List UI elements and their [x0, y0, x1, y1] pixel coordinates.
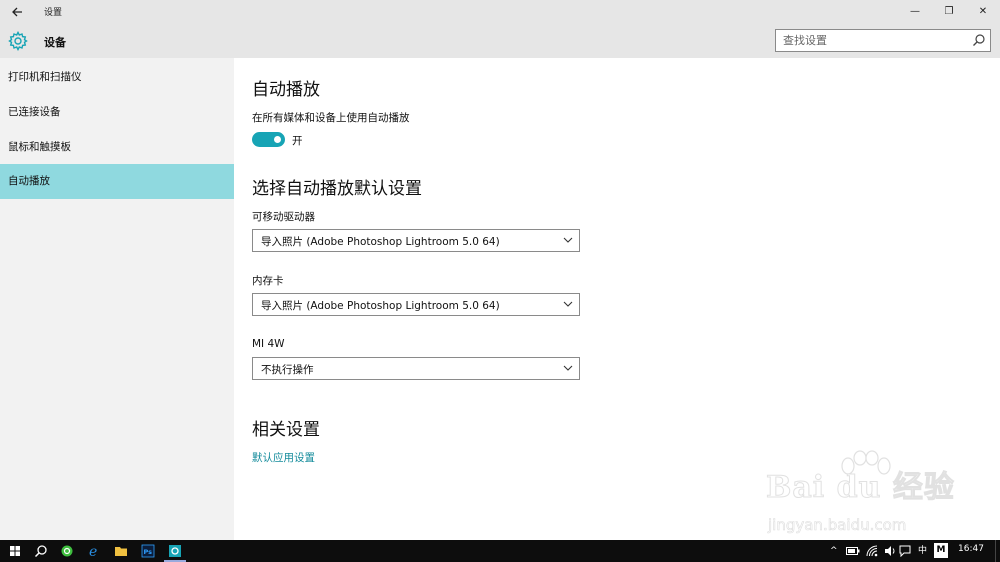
- search-icon: [34, 545, 47, 558]
- toggle-knob: [274, 136, 281, 143]
- chevron-down-icon: [563, 237, 573, 243]
- default-apps-link[interactable]: 默认应用设置: [252, 450, 315, 465]
- sidebar-item-printers-scanners[interactable]: 打印机和扫描仪: [0, 60, 234, 95]
- search-input[interactable]: [776, 30, 972, 51]
- 360-browser-icon: [61, 545, 73, 557]
- page-title: 设备: [44, 36, 66, 49]
- svg-text:e: e: [89, 544, 97, 560]
- search-box[interactable]: [775, 29, 991, 52]
- back-arrow-icon: [12, 7, 22, 17]
- device-value: 不执行操作: [261, 364, 314, 376]
- internet-explorer-icon: e: [89, 544, 97, 560]
- watermark-brand: Bai du 经验: [766, 470, 955, 506]
- settings-icon: [169, 545, 181, 557]
- device-select[interactable]: 不执行操作: [252, 357, 580, 380]
- tray-overflow-chevron[interactable]: ^: [830, 544, 838, 558]
- chevron-down-icon: [563, 301, 573, 307]
- sidebar: 打印机和扫描仪 已连接设备 鼠标和触摸板 自动播放: [0, 58, 234, 540]
- close-button[interactable]: ✕: [966, 0, 1000, 24]
- title-bar: 设置 — ❐ ✕: [0, 0, 1000, 24]
- taskbar-app-ie[interactable]: e: [81, 540, 107, 562]
- windows-start-icon: [10, 546, 20, 556]
- sidebar-item-mouse-touchpad[interactable]: 鼠标和触摸板: [0, 130, 234, 165]
- removable-drive-label: 可移动驱动器: [252, 211, 315, 223]
- volume-icon[interactable]: [884, 545, 896, 557]
- settings-header: 设备: [0, 24, 1000, 58]
- taskbar-app-settings[interactable]: [162, 540, 188, 562]
- maximize-button[interactable]: ❐: [932, 0, 966, 24]
- autoplay-heading: 自动播放: [252, 80, 320, 100]
- autoplay-toggle-state: 开: [292, 135, 303, 147]
- baidu-watermark: Bai du 经验 jingyan.baidu.com: [760, 450, 992, 536]
- taskbar-search-button[interactable]: [28, 540, 54, 562]
- autoplay-toggle[interactable]: [252, 132, 285, 147]
- back-button[interactable]: [6, 2, 28, 22]
- taskbar-app-photoshop[interactable]: Ps: [135, 540, 161, 562]
- device-label: MI 4W: [252, 338, 285, 350]
- chevron-down-icon: [563, 365, 573, 371]
- clock[interactable]: 16:47: [958, 544, 984, 554]
- autoplay-toggle-label: 在所有媒体和设备上使用自动播放: [252, 112, 410, 124]
- ime-mode-indicator[interactable]: M: [934, 543, 948, 558]
- memory-card-select[interactable]: 导入照片 (Adobe Photoshop Lightroom 5.0 64): [252, 293, 580, 316]
- watermark-url: jingyan.baidu.com: [768, 516, 907, 535]
- sidebar-item-connected-devices[interactable]: 已连接设备: [0, 95, 234, 130]
- removable-drive-select[interactable]: 导入照片 (Adobe Photoshop Lightroom 5.0 64): [252, 229, 580, 252]
- sidebar-item-autoplay[interactable]: 自动播放: [0, 164, 234, 199]
- search-icon[interactable]: [972, 33, 986, 47]
- memory-card-label: 内存卡: [252, 275, 284, 287]
- show-desktop-button[interactable]: [995, 540, 1000, 562]
- related-settings-heading: 相关设置: [252, 420, 320, 440]
- battery-icon[interactable]: [846, 546, 860, 556]
- wifi-icon[interactable]: [866, 545, 878, 557]
- action-center-icon[interactable]: [899, 545, 911, 557]
- file-explorer-icon: [115, 547, 127, 556]
- window-title: 设置: [44, 8, 63, 18]
- taskbar-app-360-browser[interactable]: [54, 540, 80, 562]
- taskbar-app-file-explorer[interactable]: [108, 540, 134, 562]
- photoshop-icon: Ps: [141, 544, 155, 558]
- svg-text:Ps: Ps: [144, 548, 153, 556]
- removable-drive-value: 导入照片 (Adobe Photoshop Lightroom 5.0 64): [261, 236, 500, 248]
- ime-language-indicator[interactable]: 中: [918, 544, 927, 558]
- start-button[interactable]: [2, 540, 28, 562]
- memory-card-value: 导入照片 (Adobe Photoshop Lightroom 5.0 64): [261, 300, 500, 312]
- gear-icon: [8, 31, 28, 51]
- minimize-button[interactable]: —: [898, 0, 932, 24]
- taskbar: e Ps ^ 中 M 16:47: [0, 540, 1000, 562]
- autoplay-defaults-heading: 选择自动播放默认设置: [252, 179, 422, 199]
